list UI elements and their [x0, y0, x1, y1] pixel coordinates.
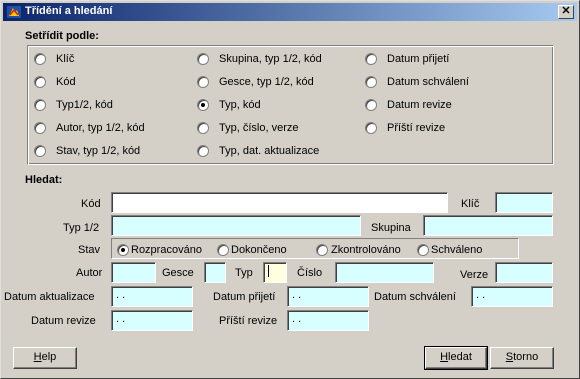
stav-zkontrolovano-label[interactable]: Zkontrolováno	[331, 244, 401, 256]
kod-label: Kód	[81, 198, 101, 210]
gesce-label: Gesce	[162, 267, 194, 279]
stav-rozpracovano-radio[interactable]	[117, 244, 129, 256]
sort-option-typ12-kod-radio[interactable]	[34, 99, 46, 111]
sort-option-skupina-label[interactable]: Skupina, typ 1/2, kód	[219, 53, 322, 65]
skupina-label: Skupina	[371, 222, 411, 234]
sort-option-gesce-label[interactable]: Gesce, typ 1/2, kód	[219, 76, 314, 88]
stav-zkontrolovano-radio[interactable]	[316, 244, 328, 256]
help-button-hotkey: H	[33, 351, 42, 363]
sort-option-datum-prijeti-radio[interactable]	[365, 53, 377, 65]
kod-input[interactable]	[111, 192, 448, 213]
verze-input[interactable]	[495, 262, 553, 283]
search-button[interactable]: Hledat	[424, 346, 488, 370]
sort-option-autor-radio[interactable]	[34, 122, 46, 134]
search-heading: Hledat:	[25, 174, 63, 186]
sort-option-pristi-revize-label[interactable]: Příští revize	[387, 122, 445, 134]
typ-label: Typ	[235, 267, 253, 279]
cancel-button-label: torno	[513, 351, 539, 363]
sort-option-datum-revize-radio[interactable]	[365, 99, 377, 111]
skupina-input[interactable]	[423, 215, 553, 236]
help-button-label: elp	[41, 351, 57, 363]
sort-option-typ-dat-aktualizace-radio[interactable]	[197, 145, 209, 157]
sort-option-typ-cislo-verze-radio[interactable]	[197, 122, 209, 134]
datum-aktualizace-input[interactable]: . .	[111, 286, 193, 307]
gesce-input[interactable]	[204, 262, 226, 283]
datum-schvaleni-label: Datum schválení	[374, 291, 456, 303]
sort-option-kod-label[interactable]: Kód	[56, 76, 76, 88]
stav-label: Stav	[78, 244, 101, 256]
sort-option-typ12-kod-label[interactable]: Typ1/2, kód	[56, 99, 113, 111]
typ12-label: Typ 1/2	[63, 222, 100, 234]
stav-rozpracovano-label[interactable]: Rozpracováno	[131, 244, 202, 256]
sort-option-klic-radio[interactable]	[34, 53, 46, 65]
verze-label: Verze	[460, 269, 489, 281]
sort-option-stav-label[interactable]: Stav, typ 1/2, kód	[56, 145, 140, 157]
klic-input[interactable]	[495, 192, 553, 213]
text-caret	[268, 265, 269, 278]
sort-option-typ-cislo-verze-label[interactable]: Typ, číslo, verze	[219, 122, 298, 134]
autor-label: Autor	[76, 267, 103, 279]
sort-option-kod-radio[interactable]	[34, 76, 46, 88]
help-button[interactable]: Help	[13, 347, 77, 369]
datum-aktualizace-label: Datum aktualizace	[4, 291, 95, 303]
title-bar[interactable]: Třídění a hledání ✕	[3, 3, 577, 21]
stav-schvaleno-label[interactable]: Schváleno	[431, 244, 482, 256]
sort-option-klic-label[interactable]: Klíč	[56, 53, 74, 65]
pristi-revize-label: Příští revize	[219, 315, 278, 327]
typ-input[interactable]	[263, 262, 287, 283]
sort-option-autor-label[interactable]: Autor, typ 1/2, kód	[56, 122, 145, 134]
dialog-window: Třídění a hledání ✕ Setřídit podle: Klíč…	[0, 0, 580, 379]
datum-schvaleni-input[interactable]: . .	[471, 286, 553, 307]
stav-dokonceno-label[interactable]: Dokončeno	[231, 244, 287, 256]
search-button-hotkey: H	[440, 351, 449, 363]
sort-option-typ-kod-radio[interactable]	[197, 99, 209, 111]
cancel-button[interactable]: Storno	[490, 347, 554, 369]
sort-option-typ-kod-label[interactable]: Typ, kód	[219, 99, 261, 111]
sort-option-skupina-radio[interactable]	[197, 53, 209, 65]
datum-prijeti-label: Datum přijetí	[213, 291, 276, 303]
sort-option-gesce-radio[interactable]	[197, 76, 209, 88]
autor-input[interactable]	[111, 262, 156, 283]
datum-prijeti-input[interactable]: . .	[287, 286, 369, 307]
pristi-revize-input[interactable]: . .	[287, 310, 369, 331]
sort-option-pristi-revize-radio[interactable]	[365, 122, 377, 134]
sort-option-datum-schvaleni-label[interactable]: Datum schválení	[387, 76, 469, 88]
sort-option-datum-schvaleni-radio[interactable]	[365, 76, 377, 88]
cislo-label: Číslo	[297, 267, 323, 279]
search-button-label: ledat	[448, 351, 472, 363]
sort-heading: Setřídit podle:	[25, 30, 99, 42]
datum-revize-input[interactable]: . .	[111, 310, 193, 331]
klic-label: Klíč	[461, 198, 480, 210]
close-icon[interactable]: ✕	[558, 5, 574, 19]
stav-dokonceno-radio[interactable]	[217, 244, 229, 256]
sort-option-typ-dat-aktualizace-label[interactable]: Typ, dat. aktualizace	[219, 145, 319, 157]
typ12-input[interactable]	[111, 215, 361, 236]
sort-option-stav-radio[interactable]	[34, 145, 46, 157]
app-icon	[7, 6, 21, 18]
cislo-input[interactable]	[335, 262, 434, 283]
sort-option-datum-revize-label[interactable]: Datum revize	[387, 99, 452, 111]
sort-option-datum-prijeti-label[interactable]: Datum přijetí	[387, 53, 449, 65]
window-title: Třídění a hledání	[25, 5, 113, 17]
stav-schvaleno-radio[interactable]	[417, 244, 429, 256]
datum-revize-label: Datum revize	[31, 315, 96, 327]
